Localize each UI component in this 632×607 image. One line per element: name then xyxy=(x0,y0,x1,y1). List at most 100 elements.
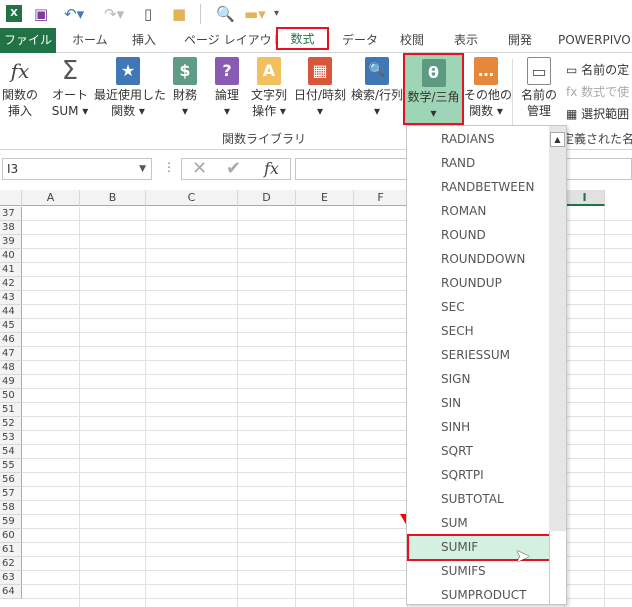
search-book-icon: 🔍 xyxy=(365,57,389,85)
function-item[interactable]: SUBTOTAL xyxy=(407,487,550,511)
tab-insert[interactable]: 挿入 xyxy=(132,28,156,53)
tab-review[interactable]: 校閲 xyxy=(400,28,424,53)
tab-view[interactable]: 表示 xyxy=(454,28,478,53)
row-header[interactable]: 61 xyxy=(0,543,22,557)
row-header[interactable]: 43 xyxy=(0,291,22,305)
row-header[interactable]: 37 xyxy=(0,207,22,221)
row-header[interactable]: 58 xyxy=(0,501,22,515)
row-header[interactable]: 62 xyxy=(0,557,22,571)
use-in-formula-button[interactable]: fx 数式で使 xyxy=(566,83,629,100)
column-header-B[interactable]: B xyxy=(80,190,146,206)
function-item[interactable]: ROUNDDOWN xyxy=(407,247,550,271)
financial-button[interactable]: $ 財務 ▾ xyxy=(166,57,204,119)
function-item[interactable]: SIN xyxy=(407,391,550,415)
row-header[interactable]: 42 xyxy=(0,277,22,291)
row-header[interactable]: 56 xyxy=(0,473,22,487)
row-header[interactable]: 49 xyxy=(0,375,22,389)
tab-file[interactable]: ファイル xyxy=(0,28,56,53)
function-item[interactable]: SINH xyxy=(407,415,550,439)
row-header[interactable]: 60 xyxy=(0,529,22,543)
text-button[interactable]: A 文字列 操作 ▾ xyxy=(248,57,290,119)
chevron-down-icon[interactable]: ▼ xyxy=(139,159,146,179)
customize-icon[interactable]: ▾ xyxy=(274,5,279,23)
folder-icon[interactable]: ▬▾ xyxy=(244,5,266,23)
enter-icon[interactable]: ✔ xyxy=(226,158,241,179)
button-label: 名前の xyxy=(520,88,557,102)
insert-function-button[interactable]: fx 関数の 挿入 xyxy=(2,57,38,119)
scrollbar-track[interactable] xyxy=(549,531,566,604)
row-header[interactable]: 39 xyxy=(0,235,22,249)
function-item[interactable]: RADIANS xyxy=(407,127,550,151)
row-header[interactable]: 52 xyxy=(0,417,22,431)
row-header[interactable]: 64 xyxy=(0,585,22,599)
redo-icon[interactable]: ↷▾ xyxy=(104,5,124,23)
recently-used-button[interactable]: ★ 最近使用した 関数 ▾ xyxy=(94,57,166,119)
function-item[interactable]: ROUND xyxy=(407,223,550,247)
row-header[interactable]: 63 xyxy=(0,571,22,585)
row-header[interactable]: 54 xyxy=(0,445,22,459)
function-item[interactable]: SQRTPI xyxy=(407,463,550,487)
lookup-reference-button[interactable]: 🔍 検索/行列 ▾ xyxy=(349,57,405,119)
column-header-I[interactable]: I xyxy=(565,190,605,206)
mouse-cursor-icon: ➤ xyxy=(515,546,531,567)
define-name-button[interactable]: ▭ 名前の定 xyxy=(566,61,629,78)
print-preview-icon[interactable]: 🔍 xyxy=(216,5,235,23)
column-header-F[interactable]: F xyxy=(354,190,408,206)
row-header[interactable]: 53 xyxy=(0,431,22,445)
logical-button[interactable]: ? 論理 ▾ xyxy=(208,57,246,119)
autosum-button[interactable]: Σ オート SUM ▾ xyxy=(50,57,90,119)
function-item[interactable]: ROMAN xyxy=(407,199,550,223)
function-item[interactable]: SIGN xyxy=(407,367,550,391)
tab-powerpivot[interactable]: POWERPIVO xyxy=(558,28,631,53)
row-header[interactable]: 48 xyxy=(0,361,22,375)
row-header[interactable]: 55 xyxy=(0,459,22,473)
row-header[interactable]: 38 xyxy=(0,221,22,235)
star-book-icon: ★ xyxy=(116,57,140,85)
row-header[interactable]: 59 xyxy=(0,515,22,529)
function-item[interactable]: SERIESSUM xyxy=(407,343,550,367)
tab-home[interactable]: ホーム xyxy=(72,28,108,53)
row-header[interactable]: 45 xyxy=(0,319,22,333)
row-header[interactable]: 44 xyxy=(0,305,22,319)
row-header[interactable]: 57 xyxy=(0,487,22,501)
defined-names-group-label: 定義された名前 xyxy=(562,132,632,146)
column-header-D[interactable]: D xyxy=(238,190,296,206)
row-header[interactable]: 46 xyxy=(0,333,22,347)
tab-formulas[interactable]: 数式 xyxy=(276,27,329,50)
function-item[interactable]: SECH xyxy=(407,319,550,343)
function-item[interactable]: ROUNDUP xyxy=(407,271,550,295)
function-item[interactable]: SQRT xyxy=(407,439,550,463)
new-icon[interactable]: ▯ xyxy=(144,5,152,23)
math-trig-button[interactable]: θ 数学/三角 ▾ xyxy=(403,53,464,125)
tab-developer[interactable]: 開発 xyxy=(508,28,532,53)
create-from-selection-button[interactable]: ▦ 選択範囲 xyxy=(566,105,629,122)
date-time-button[interactable]: ▦ 日付/時刻 ▾ xyxy=(292,57,348,119)
column-header-E[interactable]: E xyxy=(296,190,354,206)
column-header-C[interactable]: C xyxy=(146,190,238,206)
save-icon[interactable]: ▣ xyxy=(34,5,48,23)
select-all-corner[interactable] xyxy=(0,190,22,206)
more-functions-button[interactable]: … その他の 関数 ▾ xyxy=(464,57,512,119)
name-manager-button[interactable]: ▭ 名前の 管理 xyxy=(518,57,560,119)
tab-page-layout[interactable]: ページ レイアウト xyxy=(184,28,284,53)
function-item[interactable]: RANDBETWEEN xyxy=(407,175,550,199)
row-header[interactable]: 40 xyxy=(0,249,22,263)
row-header[interactable]: 47 xyxy=(0,347,22,361)
column-header-A[interactable]: A xyxy=(22,190,80,206)
tab-data[interactable]: データ xyxy=(342,28,378,53)
cancel-icon[interactable]: ✕ xyxy=(192,158,207,179)
function-item[interactable]: SUM xyxy=(407,511,550,535)
scrollbar[interactable]: ▲ xyxy=(549,126,566,604)
insert-function-icon[interactable]: fx xyxy=(264,159,279,178)
function-item[interactable]: SUMPRODUCT xyxy=(407,583,550,607)
undo-icon[interactable]: ↶▾ xyxy=(64,5,84,23)
function-item[interactable]: RAND xyxy=(407,151,550,175)
name-box[interactable]: I3 ▼ xyxy=(2,158,152,180)
row-header[interactable]: 41 xyxy=(0,263,22,277)
open-folder-icon[interactable]: ■ xyxy=(172,5,186,23)
function-item[interactable]: SUMIF xyxy=(407,534,553,561)
row-header[interactable]: 50 xyxy=(0,389,22,403)
scroll-up-icon[interactable]: ▲ xyxy=(550,132,565,147)
function-item[interactable]: SEC xyxy=(407,295,550,319)
row-header[interactable]: 51 xyxy=(0,403,22,417)
